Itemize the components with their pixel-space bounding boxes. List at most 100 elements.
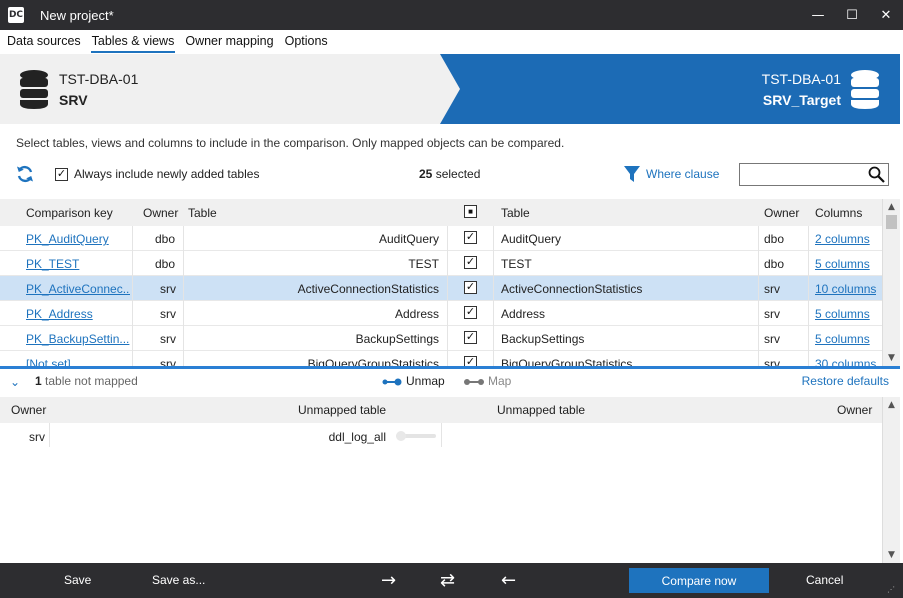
- not-mapped-summary: 1 table not mapped: [35, 374, 138, 388]
- columns-link[interactable]: 5 columns: [815, 332, 870, 346]
- table-row[interactable]: PK_Address srv Address ✓ Address srv 5 c…: [0, 301, 882, 326]
- unmapped-row[interactable]: srv ddl_log_all: [0, 423, 882, 449]
- arrow-right-icon[interactable]: →: [381, 570, 396, 591]
- columns-link[interactable]: 10 columns: [815, 282, 876, 296]
- unmap-button[interactable]: Unmap: [406, 374, 445, 388]
- header-owner[interactable]: Owner: [143, 206, 178, 220]
- arrow-left-icon[interactable]: ←: [501, 570, 516, 591]
- always-include-checkbox[interactable]: ✓: [55, 168, 68, 181]
- scroll-up-arrow-icon[interactable]: ▲: [883, 397, 900, 413]
- select-all-checkbox[interactable]: ■: [464, 205, 477, 218]
- tab-tables-views[interactable]: Tables & views: [90, 30, 176, 54]
- header-columns[interactable]: Columns: [815, 206, 862, 220]
- tables-grid-scrollbar[interactable]: ▲ ▼: [882, 199, 900, 366]
- source-target-banner: TST-DBA-01 SRV TST-DBA-01 SRV_Target: [0, 54, 900, 124]
- row-checkbox[interactable]: ✓: [464, 306, 477, 319]
- columns-link[interactable]: 30 columns: [815, 357, 876, 366]
- table-row[interactable]: PK_TEST dbo TEST ✓ TEST dbo 5 columns: [0, 251, 882, 276]
- comparison-key-link[interactable]: [Not set]: [26, 357, 130, 366]
- cancel-button[interactable]: Cancel: [806, 573, 843, 587]
- search-icon[interactable]: [868, 166, 885, 183]
- scroll-thumb[interactable]: [886, 215, 897, 229]
- header-comparison-key[interactable]: Comparison key: [26, 206, 113, 220]
- table-row[interactable]: PK_AuditQuery dbo AuditQuery ✓ AuditQuer…: [0, 226, 882, 251]
- window-controls: — ☐ ✕: [801, 0, 903, 30]
- unmapped-table-cell: ddl_log_all: [328, 430, 386, 444]
- row-checkbox[interactable]: ✓: [464, 331, 477, 344]
- not-mapped-count: 1: [35, 374, 42, 388]
- scroll-down-arrow-icon[interactable]: ▼: [883, 547, 900, 563]
- source-server: TST-DBA-01: [59, 71, 139, 87]
- compare-now-button[interactable]: Compare now: [629, 568, 769, 593]
- comparison-key-link[interactable]: PK_AuditQuery: [26, 232, 130, 246]
- header-table[interactable]: Table: [188, 206, 217, 220]
- scroll-down-arrow-icon[interactable]: ▼: [883, 350, 900, 366]
- target-table-cell: TEST: [501, 257, 532, 271]
- columns-link[interactable]: 5 columns: [815, 307, 870, 321]
- unmapped-grid-header: Owner Unmapped table Unmapped table Owne…: [0, 397, 882, 423]
- header-target-unmapped-owner[interactable]: Owner: [837, 403, 872, 417]
- comparison-key-link[interactable]: PK_ActiveConnec...: [26, 282, 130, 296]
- selected-count-number: 25: [419, 167, 433, 181]
- owner-cell: srv: [160, 307, 176, 321]
- owner-cell: dbo: [155, 257, 176, 271]
- search-input[interactable]: [739, 163, 889, 186]
- map-icon[interactable]: [464, 377, 484, 387]
- row-checkbox[interactable]: ✓: [464, 281, 477, 294]
- columns-link[interactable]: 2 columns: [815, 232, 870, 246]
- table-cell: AuditQuery: [378, 232, 439, 246]
- unmap-icon[interactable]: [382, 377, 402, 387]
- table-row[interactable]: PK_BackupSettin... srv BackupSettings ✓ …: [0, 326, 882, 351]
- header-unmapped-owner[interactable]: Owner: [11, 403, 46, 417]
- selected-count-suffix: selected: [432, 167, 481, 181]
- target-owner-cell: srv: [764, 357, 780, 366]
- row-checkbox[interactable]: ✓: [464, 356, 477, 366]
- resize-grip-icon[interactable]: ⋰: [887, 585, 895, 594]
- save-as-button[interactable]: Save as...: [152, 573, 205, 587]
- not-mapped-suffix: table not mapped: [41, 374, 138, 388]
- table-cell: Address: [394, 307, 439, 321]
- header-target-unmapped-table[interactable]: Unmapped table: [497, 403, 585, 417]
- unmapped-grid-scrollbar[interactable]: ▲ ▼: [882, 397, 900, 563]
- grid-header: Comparison key Owner Table ■ Table Owner…: [0, 199, 882, 226]
- save-button[interactable]: Save: [64, 573, 91, 587]
- comparison-key-link[interactable]: PK_BackupSettin...: [26, 332, 130, 346]
- always-include-label[interactable]: Always include newly added tables: [74, 167, 259, 181]
- table-row[interactable]: [Not set] srv BigQueryGroupStatistics ✓ …: [0, 351, 882, 366]
- map-slider-handle[interactable]: [396, 431, 406, 441]
- header-target-table[interactable]: Table: [501, 206, 530, 220]
- table-row-selected[interactable]: PK_ActiveConnec... srv ActiveConnectionS…: [0, 276, 882, 301]
- collapse-chevron-icon[interactable]: ⌄: [10, 375, 20, 389]
- target-database-icon: [851, 70, 879, 109]
- restore-defaults-link[interactable]: Restore defaults: [802, 374, 889, 388]
- table-cell: TEST: [408, 257, 439, 271]
- window-title: New project*: [40, 7, 114, 23]
- scroll-up-arrow-icon[interactable]: ▲: [883, 199, 900, 215]
- minimize-button[interactable]: —: [801, 0, 835, 30]
- maximize-button[interactable]: ☐: [835, 0, 869, 30]
- target-owner-cell: dbo: [764, 232, 785, 246]
- comparison-key-link[interactable]: PK_Address: [26, 307, 130, 321]
- table-cell: BigQueryGroupStatistics: [307, 357, 439, 366]
- tab-owner-mapping[interactable]: Owner mapping: [185, 30, 273, 54]
- app-logo-icon: DC: [8, 7, 24, 23]
- refresh-icon[interactable]: [15, 164, 35, 184]
- filter-icon[interactable]: [624, 166, 640, 183]
- swap-direction-icon[interactable]: ⇄: [440, 570, 455, 591]
- where-clause-link[interactable]: Where clause: [646, 167, 719, 181]
- tab-options[interactable]: Options: [285, 30, 328, 54]
- table-cell: BackupSettings: [355, 332, 439, 346]
- owner-cell: srv: [160, 357, 176, 366]
- instructions-text: Select tables, views and columns to incl…: [16, 136, 565, 150]
- header-unmapped-table[interactable]: Unmapped table: [298, 403, 386, 417]
- comparison-key-link[interactable]: PK_TEST: [26, 257, 130, 271]
- close-button[interactable]: ✕: [869, 0, 903, 30]
- tab-data-sources[interactable]: Data sources: [7, 30, 81, 54]
- columns-link[interactable]: 5 columns: [815, 257, 870, 271]
- selected-count: 25 selected: [419, 167, 480, 181]
- map-button[interactable]: Map: [488, 374, 511, 388]
- target-table-cell: BigQueryGroupStatistics: [501, 357, 633, 366]
- row-checkbox[interactable]: ✓: [464, 256, 477, 269]
- header-target-owner[interactable]: Owner: [764, 206, 799, 220]
- row-checkbox[interactable]: ✓: [464, 231, 477, 244]
